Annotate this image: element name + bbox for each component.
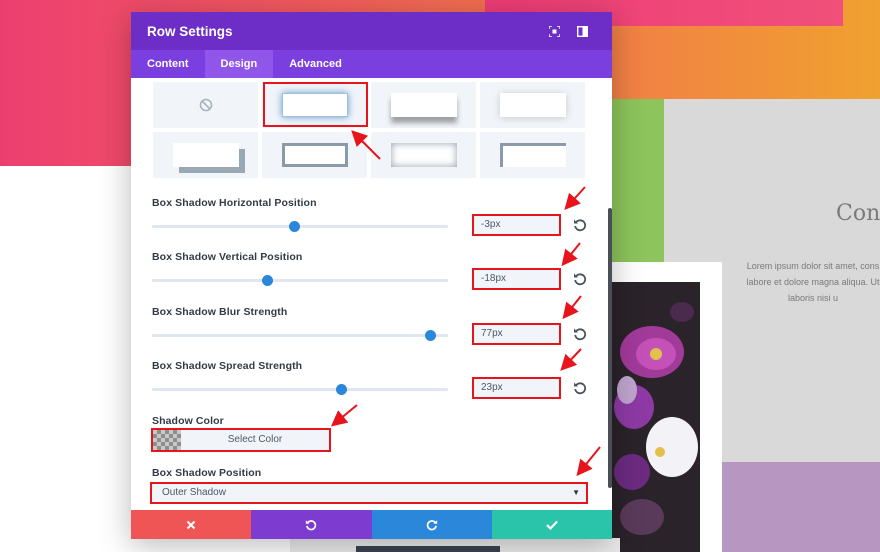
preset-swatch (281, 143, 348, 167)
shadow-preset-inner-glow[interactable] (371, 132, 476, 178)
preset-swatch (172, 143, 239, 167)
vertical-position-input[interactable]: -18px (472, 268, 561, 290)
none-icon (199, 98, 212, 112)
section-heading: Con (836, 201, 880, 226)
setting-label: Box Shadow Position (152, 467, 262, 479)
spread-strength-input[interactable]: 23px (472, 377, 561, 399)
setting-label: Shadow Color (152, 415, 224, 427)
chevron-down-icon: ▼ (572, 488, 580, 497)
blur-strength-slider[interactable] (152, 330, 448, 341)
tab-bar: Content Design Advanced (131, 50, 612, 78)
sidebar-icon[interactable] (568, 21, 596, 41)
scrollbar[interactable] (608, 208, 612, 488)
bottom-bar (356, 546, 500, 552)
setting-shadow-position: Box Shadow Position (152, 467, 592, 479)
row-settings-modal: Row Settings Content Design Advanced Box (131, 12, 612, 539)
body-line: laboris nisi u (787, 293, 839, 303)
selected-preset-highlight (263, 82, 368, 127)
purple-block (722, 462, 880, 552)
blur-strength-input[interactable]: 77px (472, 323, 561, 345)
undo-button[interactable] (251, 510, 372, 539)
horizontal-position-slider[interactable] (152, 221, 448, 232)
spread-strength-slider[interactable] (152, 384, 448, 395)
slider-handle[interactable] (335, 384, 347, 395)
reset-icon[interactable] (573, 218, 587, 232)
select-value: Outer Shadow (162, 487, 226, 498)
tab-design[interactable]: Design (204, 50, 274, 78)
setting-label: Box Shadow Vertical Position (152, 251, 303, 263)
modal-header: Row Settings (131, 12, 612, 50)
slider-handle[interactable] (261, 275, 273, 286)
shadow-color-picker[interactable]: Select Color (151, 428, 331, 452)
box-shadow-presets (153, 82, 585, 178)
body-line: labore et dolore magna aliqua. Ut (746, 277, 880, 287)
redo-button[interactable] (371, 510, 492, 539)
shadow-preset-inner-corner[interactable] (480, 132, 585, 178)
reset-icon[interactable] (573, 381, 587, 395)
discard-button[interactable] (131, 510, 252, 539)
modal-footer (131, 510, 612, 539)
preset-swatch (390, 143, 457, 167)
setting-label: Box Shadow Blur Strength (152, 306, 288, 318)
modal-title: Row Settings (147, 23, 233, 39)
setting-spread-strength: Box Shadow Spread Strength 23px (152, 360, 592, 399)
shadow-position-select[interactable]: Outer Shadow ▼ (150, 482, 588, 504)
transparent-swatch (153, 430, 181, 450)
select-color-button[interactable]: Select Color (181, 430, 329, 450)
slider-handle[interactable] (424, 330, 436, 341)
undo-icon (306, 519, 317, 530)
body-line: Lorem ipsum dolor sit amet, cons (746, 261, 880, 271)
horizontal-position-input[interactable]: -3px (472, 214, 561, 236)
settings-panel: Box Shadow Horizontal Position -3px Box … (131, 78, 612, 510)
slider-handle[interactable] (288, 221, 300, 232)
setting-label: Box Shadow Horizontal Position (152, 197, 317, 209)
setting-vertical-position: Box Shadow Vertical Position -18px (152, 251, 592, 290)
close-icon (186, 520, 196, 529)
shadow-preset-offset-corner[interactable] (153, 132, 258, 178)
check-icon (546, 520, 558, 530)
shadow-preset-none[interactable] (153, 82, 258, 128)
section-body-text: Lorem ipsum dolor sit amet, cons labore … (728, 258, 880, 306)
green-block (606, 99, 664, 263)
shadow-preset-border[interactable] (262, 132, 367, 178)
shadow-preset-bottom[interactable] (371, 82, 476, 128)
reset-icon[interactable] (573, 272, 587, 286)
tab-advanced[interactable]: Advanced (273, 50, 358, 78)
preset-swatch (499, 93, 566, 117)
setting-shadow-color: Shadow Color (152, 415, 592, 427)
setting-blur-strength: Box Shadow Blur Strength 77px (152, 306, 592, 345)
setting-horizontal-position: Box Shadow Horizontal Position -3px (152, 197, 592, 236)
vertical-position-slider[interactable] (152, 275, 448, 286)
flower-photo (612, 282, 700, 552)
save-button[interactable] (491, 510, 612, 539)
preset-swatch (390, 93, 457, 117)
reset-icon[interactable] (573, 327, 587, 341)
setting-label: Box Shadow Spread Strength (152, 360, 303, 372)
redo-icon (426, 519, 437, 530)
page-background (0, 166, 140, 552)
fullscreen-icon[interactable] (540, 21, 568, 41)
tab-content[interactable]: Content (131, 50, 205, 78)
shadow-preset-soft[interactable] (480, 82, 585, 128)
preset-swatch (499, 143, 566, 167)
